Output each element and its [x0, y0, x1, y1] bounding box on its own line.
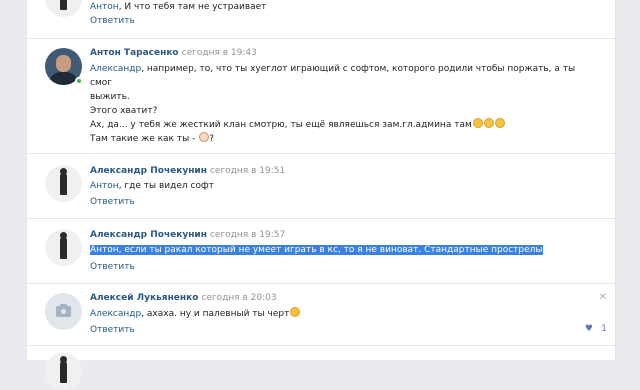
divider — [27, 218, 617, 219]
close-icon[interactable]: ✕ — [599, 292, 607, 303]
avatar-placeholder[interactable] — [45, 293, 82, 330]
comments-panel: Антон, И что тебя там не устраивает Отве… — [26, 0, 617, 390]
comment-time[interactable]: сегодня в 19:51 — [210, 166, 285, 176]
avatar[interactable] — [45, 353, 82, 390]
comment-author[interactable]: Александр Почекунин сегодня в 19:51 — [90, 166, 285, 176]
avatar[interactable] — [45, 0, 82, 17]
emoji-rofl-icon — [472, 118, 483, 128]
reply-link[interactable]: Ответить — [90, 325, 135, 335]
mention-link[interactable]: Антон — [90, 2, 119, 12]
comment-author[interactable]: Антон Тарасенко сегодня в 19:43 — [90, 48, 257, 58]
reply-link[interactable]: Ответить — [90, 262, 135, 272]
comment-text: Антон, где ты видел софт — [90, 181, 214, 191]
divider — [27, 345, 617, 346]
comment-text: Александр, ахаха. ну и палевный ты черт — [90, 307, 590, 321]
mention-link[interactable]: Александр — [90, 64, 141, 74]
reply-link[interactable]: Ответить — [90, 16, 135, 26]
selected-text: Антон, если ты ракал который не умеет иг… — [90, 245, 543, 255]
comment-author[interactable]: Алексей Лукьяненко сегодня в 20:03 — [90, 293, 277, 303]
heart-icon[interactable]: ♥ — [585, 324, 593, 334]
divider — [27, 153, 617, 154]
comment-time[interactable]: сегодня в 20:03 — [201, 293, 276, 303]
avatar[interactable] — [45, 165, 82, 202]
divider — [27, 283, 617, 284]
emoji-rofl-icon — [494, 118, 505, 128]
comment-text: Антон, И что тебя там не устраивает — [90, 2, 267, 12]
mention-link[interactable]: Антон — [90, 181, 119, 191]
comment-author[interactable]: Александр Почекунин сегодня в 19:57 — [90, 230, 285, 240]
comment-text: Антон, если ты ракал который не умеет иг… — [90, 243, 590, 257]
divider — [27, 38, 617, 39]
comment-time[interactable]: сегодня в 19:43 — [182, 48, 257, 58]
avatar[interactable] — [45, 229, 82, 266]
online-indicator — [75, 77, 83, 85]
like-count[interactable]: 1 — [601, 324, 607, 334]
emoji-laugh-icon — [290, 307, 301, 317]
mention-link[interactable]: Александр — [90, 309, 141, 319]
emoji-rofl-icon — [483, 118, 494, 128]
emoji-clown-icon — [199, 132, 210, 142]
comment-text: Александр, например, то, что ты хуеглот … — [90, 64, 576, 144]
reply-link[interactable]: Ответить — [90, 197, 135, 207]
comment-time[interactable]: сегодня в 19:57 — [210, 230, 285, 240]
